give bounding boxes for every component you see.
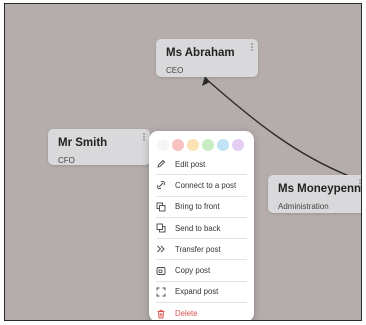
copy-icon [156,266,166,276]
post-name: Ms Abraham [166,47,235,59]
menu-item-send-to-back[interactable]: Send to back [156,218,247,240]
more-options-icon[interactable] [143,133,145,141]
post-role: CEO [166,66,184,75]
more-options-icon[interactable] [251,43,253,51]
menu-item-connect-to-post[interactable]: Connect to a post [156,175,247,197]
post-name: Ms Moneypenny [278,183,362,195]
color-swatch-blue[interactable] [217,138,229,151]
expand-icon [156,287,166,297]
menu-item-bring-to-front[interactable]: Bring to front [156,197,247,218]
post-name: Mr Smith [58,137,108,149]
bring-front-icon [156,202,166,212]
more-options-icon[interactable] [359,179,361,187]
menu-item-label: Transfer post [175,244,221,254]
menu-item-label: Copy post [175,266,211,276]
post-card-abraham[interactable]: Ms Abraham CEO [156,39,258,77]
menu-item-edit-post[interactable]: Edit post [156,154,247,176]
color-swatch-row [156,135,247,154]
color-swatch-yellow[interactable] [187,138,199,151]
menu-item-copy-post[interactable]: Copy post [156,260,247,282]
trash-icon [156,309,166,319]
menu-item-transfer-post[interactable]: Transfer post [156,239,247,261]
menu-item-delete[interactable]: Delete [156,303,247,320]
link-icon [156,180,166,190]
menu-item-label: Delete [175,309,198,319]
post-context-menu: Edit post Connect to a post Bring to fro… [149,131,254,320]
menu-item-label: Edit post [175,159,206,169]
post-role: CFO [58,156,75,165]
post-card-smith[interactable]: Mr Smith CFO [48,129,150,165]
pencil-icon [156,159,166,169]
menu-item-label: Bring to front [175,202,220,212]
menu-item-label: Send to back [175,223,221,233]
menu-item-label: Connect to a post [175,180,237,190]
post-card-moneypenny[interactable]: Ms Moneypenny Administration [268,175,362,213]
color-swatch-purple[interactable] [232,138,244,151]
color-swatch-pink[interactable] [172,138,184,151]
menu-item-expand-post[interactable]: Expand post [156,282,247,304]
post-role: Administration [278,202,329,211]
color-swatch-white[interactable] [157,138,169,151]
send-back-icon [156,223,166,233]
double-chevron-icon [156,244,166,254]
menu-item-label: Expand post [175,287,219,297]
canvas[interactable]: Ms Abraham CEO Mr Smith CFO Ms Moneypenn… [4,3,362,321]
color-swatch-green[interactable] [202,138,214,151]
